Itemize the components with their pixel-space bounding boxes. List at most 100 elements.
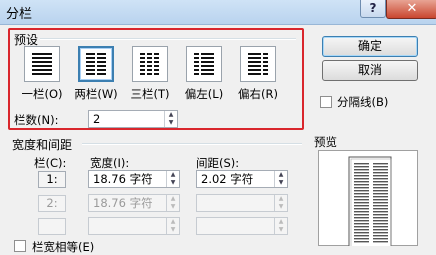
preview-text-line [373,184,388,186]
preview-text-line [354,229,369,231]
chevron-down-icon[interactable]: ▼ [167,203,179,211]
separator-label: 分隔线(B) [337,95,389,109]
chevron-down-icon[interactable]: ▼ [167,179,179,187]
column-number-1: 1: [38,171,66,188]
preview-text-line [354,241,369,243]
preview-text-line [373,238,388,240]
column-1-width-spinner[interactable]: ▲ ▼ [166,171,179,187]
column-2-width-spinner[interactable]: ▲ ▼ [166,195,179,211]
preview-text-line [373,235,388,237]
preview-text-line [354,226,369,228]
column-3-width-input[interactable]: ▲ ▼ [88,217,180,235]
preview-label: 预览 [314,135,337,149]
preview-text-line [373,193,388,195]
column-1-width-value: 18.76 字符 [93,172,153,186]
column-1-spacing-input[interactable]: 2.02 字符 ▲ ▼ [196,170,288,188]
preview-text-line [373,232,388,234]
preview-text-line [373,223,388,225]
preview-text-line [373,229,388,231]
column-2-spacing-spinner[interactable]: ▲ ▼ [274,195,287,211]
spacing-header: 间距(S): [196,156,240,170]
preview-text-line [354,187,369,189]
preset-one-column-label: 一栏(O) [21,87,63,101]
preview-text-line [354,238,369,240]
preview-text-line [354,211,369,213]
preset-three-columns-button[interactable] [132,46,168,82]
preset-two-columns-label: 两栏(W) [74,87,118,101]
equal-width-checkbox[interactable] [14,240,26,252]
chevron-down-icon[interactable]: ▼ [165,119,177,127]
preview-text-line [354,217,369,219]
preview-text-line [373,163,388,165]
preview-text-line [354,172,369,174]
preset-two-columns-button[interactable] [78,46,114,82]
preview-text-line [354,181,369,183]
preview-text-line [354,196,369,198]
chevron-down-icon[interactable]: ▼ [275,179,287,187]
column-number-3 [38,218,66,235]
column-2-width-input[interactable]: 18.76 字符 ▲ ▼ [88,194,180,212]
chevron-up-icon[interactable]: ▲ [275,171,287,179]
separator-checkbox[interactable] [320,96,332,108]
preview-text-line [373,208,388,210]
preset-right-column-label: 偏右(R) [238,87,278,101]
chevron-up-icon[interactable]: ▲ [275,218,287,226]
preview-text-line [373,196,388,198]
chevron-down-icon[interactable]: ▼ [275,226,287,234]
preview-text-line [354,205,369,207]
chevron-up-icon[interactable]: ▲ [167,171,179,179]
preset-left-column-button[interactable] [186,46,222,82]
preview-text-line [373,190,388,192]
chevron-up-icon[interactable]: ▲ [167,195,179,203]
help-button[interactable]: ? [360,0,386,18]
preview-text-line [373,241,388,243]
column-3-width-spinner[interactable]: ▲ ▼ [166,218,179,234]
preview-text-line [373,187,388,189]
preview-text-line [373,217,388,219]
left-column-icon [194,53,214,75]
column-header: 栏(C): [34,156,67,170]
chevron-up-icon[interactable]: ▲ [275,195,287,203]
three-columns-icon [140,53,159,75]
column-1-spacing-value: 2.02 字符 [201,172,254,186]
column-count-spinner[interactable]: ▲ ▼ [164,111,177,127]
preview-text-line [373,202,388,204]
preview-text-line [373,226,388,228]
column-1-spacing-spinner[interactable]: ▲ ▼ [274,171,287,187]
column-2-width-value: 18.76 字符 [93,196,153,210]
preview-text-line [373,214,388,216]
chevron-up-icon[interactable]: ▲ [167,218,179,226]
chevron-down-icon[interactable]: ▼ [275,203,287,211]
column-3-spacing-spinner[interactable]: ▲ ▼ [274,218,287,234]
ok-button[interactable]: 确定 [322,36,418,57]
preview-text-line [354,169,369,171]
chevron-up-icon[interactable]: ▲ [165,111,177,119]
preview-text-line [354,175,369,177]
preview-text-line [373,166,388,168]
preview-text-line [354,235,369,237]
preview-text-line [373,178,388,180]
preview-text-line [373,205,388,207]
column-1-width-input[interactable]: 18.76 字符 ▲ ▼ [88,170,180,188]
preview-text-line [354,178,369,180]
preset-one-column-button[interactable] [24,46,60,82]
preview-text-line [373,220,388,222]
preset-right-column-button[interactable] [240,46,276,82]
equal-width-label: 栏宽相等(E) [32,240,95,254]
close-icon: ✕ [406,1,418,16]
preview-text-line [354,166,369,168]
column-3-spacing-input[interactable]: ▲ ▼ [196,217,288,235]
chevron-down-icon[interactable]: ▼ [167,226,179,234]
preview-text-line [354,202,369,204]
cancel-button[interactable]: 取消 [322,60,418,81]
width-spacing-group-label: 宽度和间距 [12,138,73,152]
column-count-value: 2 [93,112,101,126]
column-number-2: 2: [38,195,66,212]
close-button[interactable]: ✕ [386,0,436,19]
right-column-icon [248,53,268,75]
preview-text-line [373,181,388,183]
preview-text-line [354,163,369,165]
column-2-spacing-input[interactable]: ▲ ▼ [196,194,288,212]
preview-text-line [354,193,369,195]
column-count-input[interactable]: 2 ▲ ▼ [88,110,178,128]
